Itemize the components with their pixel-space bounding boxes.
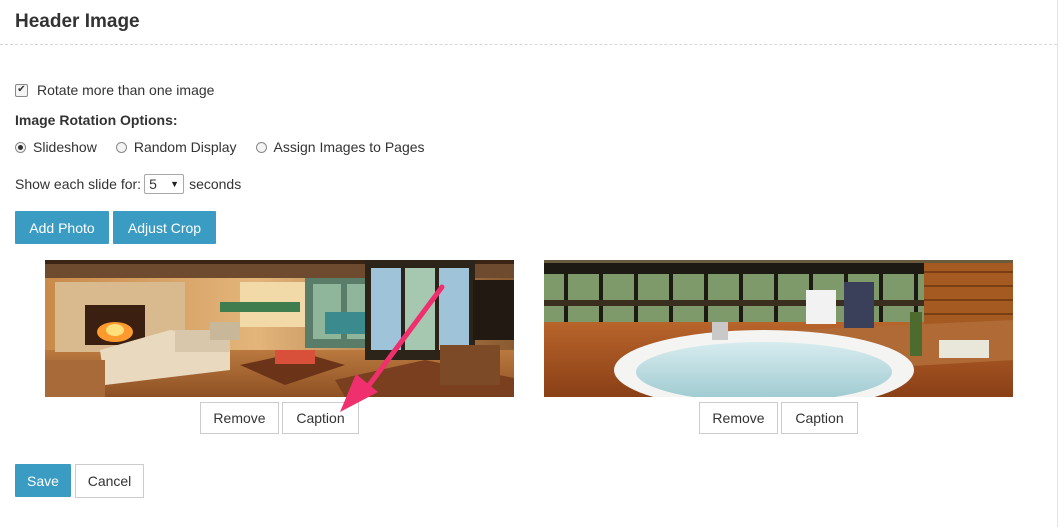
living-room-image [45,260,514,397]
rotation-options-label: Image Rotation Options: [15,112,178,128]
slide-duration-suffix: seconds [189,176,242,192]
chevron-down-icon: ▼ [170,179,180,189]
remove-button-2[interactable]: Remove [699,402,778,434]
cancel-button[interactable]: Cancel [75,464,144,498]
panel-border [1057,0,1058,527]
add-photo-button[interactable]: Add Photo [15,211,109,244]
rotate-checkbox[interactable]: ✔ [15,83,28,97]
caption-button-1[interactable]: Caption [282,402,359,434]
bathtub-image [544,260,1013,397]
remove-button-1[interactable]: Remove [200,402,279,434]
radio-label-assign: Assign Images to Pages [273,139,425,155]
rotate-label: Rotate more than one image [37,82,215,98]
radio-option-slideshow[interactable]: Slideshow [15,139,97,155]
panel-title: Header Image [15,11,140,32]
header-image-1 [45,260,514,397]
radio-label-slideshow: Slideshow [33,139,97,155]
caption-button-2[interactable]: Caption [781,402,858,434]
slide-duration-row: Show each slide for: 5 ▼ seconds [15,174,241,194]
rotate-option[interactable]: ✔ Rotate more than one image [15,82,214,98]
slide-duration-select[interactable]: 5 ▼ [144,174,185,194]
title-divider [0,44,1057,45]
slide-duration-value: 5 [149,176,157,192]
radio-random[interactable] [115,141,127,153]
radio-slideshow[interactable] [15,141,26,153]
adjust-crop-button[interactable]: Adjust Crop [113,211,216,244]
radio-option-random[interactable]: Random Display [115,139,237,155]
slide-duration-prefix: Show each slide for: [15,176,142,192]
radio-label-random: Random Display [133,139,237,155]
header-image-2 [544,260,1013,397]
radio-option-assign[interactable]: Assign Images to Pages [255,139,425,155]
radio-assign[interactable] [255,141,267,153]
save-button[interactable]: Save [15,464,71,497]
rotation-radio-group: Slideshow Random Display Assign Images t… [15,139,444,155]
